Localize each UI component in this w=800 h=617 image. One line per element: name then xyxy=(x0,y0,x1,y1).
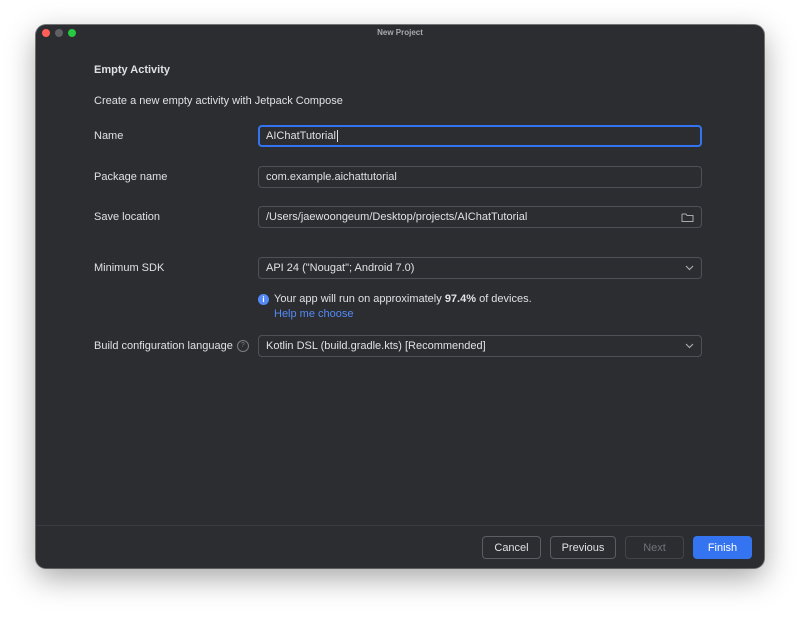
section-title: Empty Activity xyxy=(94,64,171,76)
chevron-down-icon xyxy=(685,265,694,271)
minimum-sdk-select[interactable]: API 24 ("Nougat"; Android 7.0) xyxy=(258,257,702,279)
sdk-info-percent: 97.4% xyxy=(444,293,477,305)
minimum-sdk-value: API 24 ("Nougat"; Android 7.0) xyxy=(266,262,415,274)
save-location-label: Save location xyxy=(94,211,161,223)
sdk-info-suffix: of devices. xyxy=(476,293,532,305)
help-me-choose-link[interactable]: Help me choose xyxy=(274,308,354,320)
build-language-label: Build configuration language ? xyxy=(94,340,249,352)
help-question-icon[interactable]: ? xyxy=(236,340,249,352)
build-language-label-text: Build configuration language xyxy=(94,340,233,352)
folder-icon[interactable] xyxy=(681,212,694,223)
build-language-select[interactable]: Kotlin DSL (build.gradle.kts) [Recommend… xyxy=(258,335,702,357)
name-input[interactable]: AIChatTutorial xyxy=(258,125,702,147)
name-value: AIChatTutorial xyxy=(266,129,336,142)
title-bar: New Project xyxy=(36,25,764,41)
sdk-coverage-info: i Your app will run on approximately 97.… xyxy=(258,293,532,305)
chevron-down-icon xyxy=(685,343,694,349)
package-name-value: com.example.aichattutorial xyxy=(266,171,397,183)
new-project-dialog: New Project Empty Activity Create a new … xyxy=(36,25,764,568)
cancel-button[interactable]: Cancel xyxy=(482,536,541,559)
build-language-value: Kotlin DSL (build.gradle.kts) [Recommend… xyxy=(266,340,486,352)
next-button[interactable]: Next xyxy=(625,536,684,559)
window-title: New Project xyxy=(377,28,423,37)
text-cursor xyxy=(336,130,338,143)
info-icon: i xyxy=(258,293,269,305)
name-label: Name xyxy=(94,130,124,142)
package-name-label: Package name xyxy=(94,171,168,183)
save-location-input[interactable]: /Users/jaewoongeum/Desktop/projects/AICh… xyxy=(258,206,702,228)
save-location-value: /Users/jaewoongeum/Desktop/projects/AICh… xyxy=(266,211,528,223)
dialog-footer: Cancel Previous Next Finish xyxy=(36,525,764,568)
sdk-info-prefix: Your app will run on approximately xyxy=(274,293,445,305)
minimum-sdk-label: Minimum SDK xyxy=(94,262,165,274)
previous-button[interactable]: Previous xyxy=(550,536,616,559)
package-name-input[interactable]: com.example.aichattutorial xyxy=(258,166,702,188)
section-subtitle: Create a new empty activity with Jetpack… xyxy=(94,95,343,107)
finish-button[interactable]: Finish xyxy=(693,536,752,559)
